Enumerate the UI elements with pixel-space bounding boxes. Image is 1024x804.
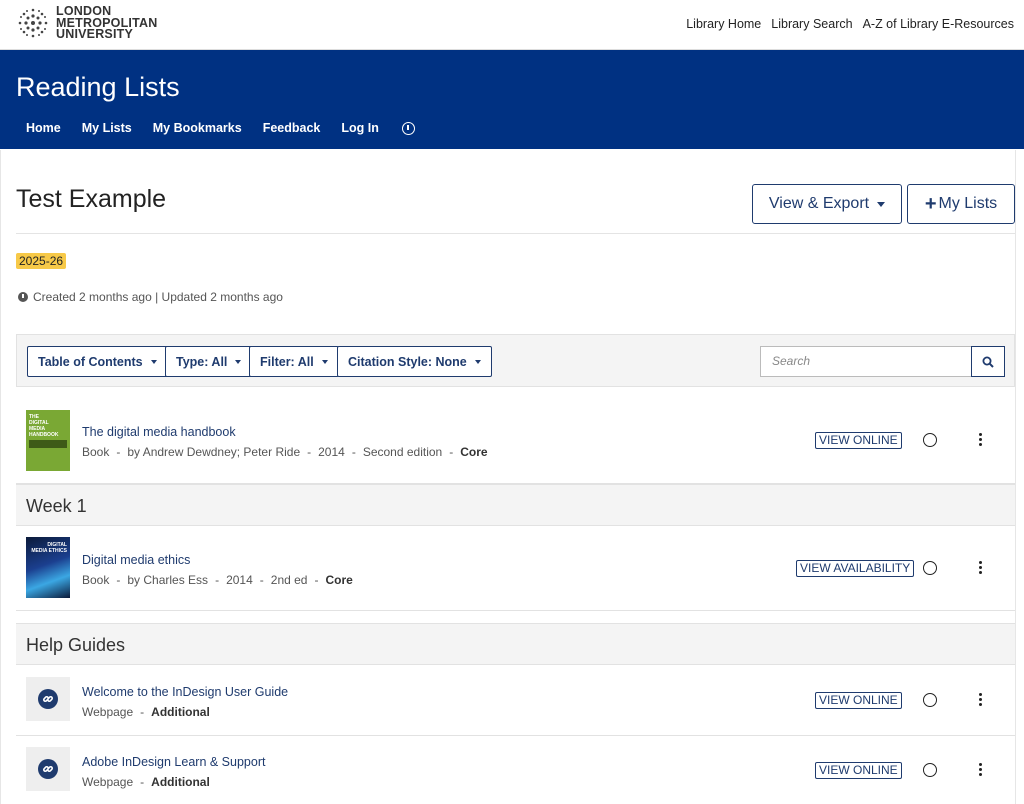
view-export-label: View & Export <box>768 195 870 212</box>
list-meta-text: Created 2 months ago | Updated 2 months … <box>33 290 283 304</box>
view-availability-button[interactable]: VIEW AVAILABILITY <box>796 560 915 577</box>
list-meta: Created 2 months ago | Updated 2 months … <box>18 290 283 304</box>
item-importance: Additional <box>151 775 210 789</box>
nav-feedback[interactable]: Feedback <box>263 121 321 135</box>
item-title[interactable]: Digital media ethics <box>82 553 190 567</box>
view-online-button[interactable]: VIEW ONLINE <box>815 692 902 709</box>
section-heading: Week 1 <box>16 484 1015 526</box>
nav-log-in[interactable]: Log In <box>341 121 379 135</box>
book-cover-thumbnail[interactable]: THE DIGITAL MEDIA HANDBOOK <box>26 410 70 471</box>
item-title[interactable]: Adobe InDesign Learn & Support <box>82 755 265 769</box>
view-online-button[interactable]: VIEW ONLINE <box>815 762 902 779</box>
cover-text: MEDIA ETHICS <box>31 548 67 554</box>
toc-label: Table of Contents <box>38 354 143 369</box>
cover-text: HANDBOOK <box>29 432 59 438</box>
list-item: DIGITAL MEDIA ETHICS Digital media ethic… <box>16 527 1015 611</box>
list-item: THE DIGITAL MEDIA HANDBOOK The digital m… <box>16 400 1015 484</box>
webpage-thumbnail[interactable] <box>26 747 70 791</box>
caret-down-icon <box>877 201 886 207</box>
checkbox-circle-icon[interactable] <box>923 693 937 707</box>
link-icon <box>38 759 58 779</box>
item-title[interactable]: The digital media handbook <box>82 425 236 439</box>
page-right-border <box>1015 150 1016 804</box>
item-meta: Book - by Andrew Dewdney; Peter Ride -2014-… <box>82 445 488 459</box>
view-export-button[interactable]: View & Export <box>752 184 902 224</box>
main-nav: Home My Lists My Bookmarks Feedback Log … <box>26 121 415 135</box>
section-title[interactable]: Week 1 <box>26 496 87 517</box>
link-icon <box>38 689 58 709</box>
filter-label: Filter: All <box>260 354 314 369</box>
link-library-home[interactable]: Library Home <box>686 17 761 31</box>
item-type: Book <box>82 445 110 459</box>
type-filter-button[interactable]: Type: All <box>165 346 253 377</box>
item-year: 2014 <box>318 445 345 459</box>
logo-mark-icon <box>18 8 48 38</box>
kebab-menu-icon[interactable] <box>979 763 983 777</box>
item-title[interactable]: Welcome to the InDesign User Guide <box>82 685 288 699</box>
type-filter-label: Type: All <box>176 354 228 369</box>
add-to-my-lists-button[interactable]: + My Lists <box>907 184 1015 224</box>
item-type: Webpage <box>82 705 134 719</box>
item-authors: by Andrew Dewdney; Peter Ride <box>127 445 301 459</box>
book-cover-thumbnail[interactable]: DIGITAL MEDIA ETHICS <box>26 537 70 598</box>
nav-my-bookmarks[interactable]: My Bookmarks <box>153 121 242 135</box>
item-type: Book <box>82 573 110 587</box>
nav-my-lists[interactable]: My Lists <box>82 121 132 135</box>
title-divider <box>16 233 1015 234</box>
search-button[interactable] <box>971 346 1005 377</box>
kebab-menu-icon[interactable] <box>979 561 983 575</box>
page-left-border <box>0 150 1 804</box>
item-meta: Webpage - Additional <box>82 705 210 719</box>
section-title[interactable]: Help Guides <box>26 635 125 656</box>
item-importance: Additional <box>151 705 210 719</box>
university-logo[interactable]: LONDON METROPOLITAN UNIVERSITY <box>16 4 158 41</box>
nav-home[interactable]: Home <box>26 121 61 135</box>
page-title: Test Example <box>16 185 167 213</box>
kebab-menu-icon[interactable] <box>979 433 983 447</box>
item-authors: by Charles Ess <box>127 573 209 587</box>
checkbox-circle-icon[interactable] <box>923 561 937 575</box>
kebab-menu-icon[interactable] <box>979 693 983 707</box>
item-type: Webpage <box>82 775 134 789</box>
item-meta: Webpage - Additional <box>82 775 210 789</box>
search-input[interactable]: Search <box>760 346 972 377</box>
site-title[interactable]: Reading Lists <box>16 72 180 103</box>
item-importance: Core <box>460 445 488 459</box>
view-online-button[interactable]: VIEW ONLINE <box>815 432 902 449</box>
list-item: Welcome to the InDesign User Guide Webpa… <box>16 666 1015 736</box>
caret-down-icon <box>150 359 157 364</box>
top-links: Library Home Library Search A-Z of Libra… <box>686 17 1014 31</box>
checkbox-circle-icon[interactable] <box>923 763 937 777</box>
clock-icon <box>18 292 28 302</box>
item-edition: 2nd ed <box>270 573 308 587</box>
citation-style-button[interactable]: Citation Style: None <box>337 346 492 377</box>
caret-down-icon <box>321 359 328 364</box>
search-icon <box>982 356 994 368</box>
section-heading: Help Guides <box>16 623 1015 665</box>
link-library-search[interactable]: Library Search <box>771 17 852 31</box>
plus-icon: + <box>924 192 937 215</box>
link-az-eresources[interactable]: A-Z of Library E-Resources <box>863 17 1014 31</box>
checkbox-circle-icon[interactable] <box>923 433 937 447</box>
caret-down-icon <box>474 359 481 364</box>
caret-down-icon <box>235 359 242 364</box>
item-edition: Second edition <box>362 445 443 459</box>
logo-text: LONDON METROPOLITAN UNIVERSITY <box>56 4 158 41</box>
item-meta: Book - by Charles Ess -2014-2nd ed - Core <box>82 573 353 587</box>
year-badge: 2025-26 <box>16 253 67 269</box>
citation-style-label: Citation Style: None <box>348 354 467 369</box>
list-item: Adobe InDesign Learn & Support Webpage - A… <box>16 736 1015 804</box>
webpage-thumbnail[interactable] <box>26 677 70 721</box>
my-lists-label: My Lists <box>938 195 998 212</box>
filter-button[interactable]: Filter: All <box>249 346 339 377</box>
item-importance: Core <box>325 573 353 587</box>
item-year: 2014 <box>226 573 253 587</box>
list-toolbar: Table of Contents Type: All Filter: All … <box>16 334 1015 387</box>
accessibility-icon[interactable] <box>401 121 415 135</box>
top-bar: LONDON METROPOLITAN UNIVERSITY Library H… <box>0 0 1024 50</box>
table-of-contents-button[interactable]: Table of Contents <box>27 346 168 377</box>
site-header: Reading Lists Home My Lists My Bookmarks… <box>0 50 1024 149</box>
